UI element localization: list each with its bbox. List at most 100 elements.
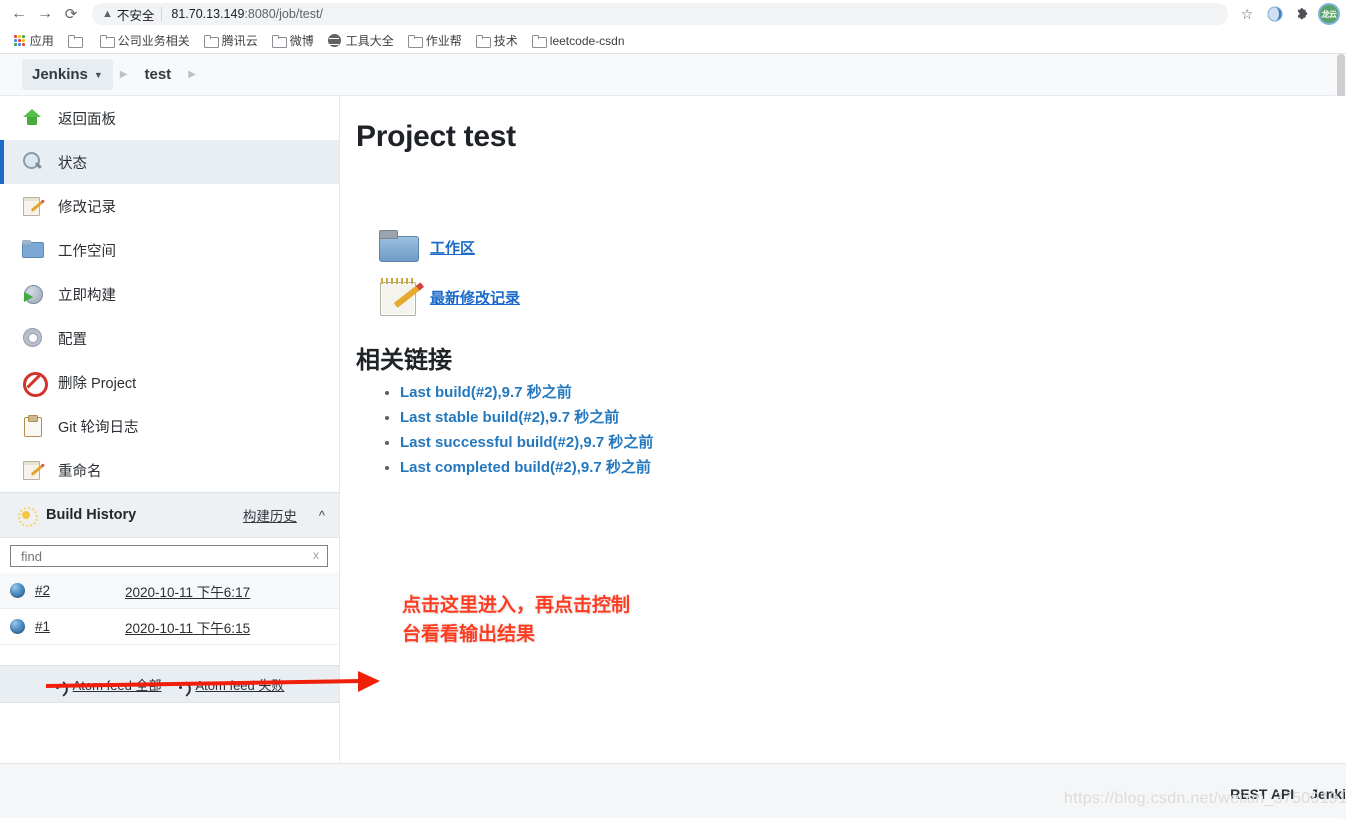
breadcrumb-test[interactable]: test bbox=[135, 59, 182, 90]
build-history-title: Build History bbox=[46, 507, 137, 523]
folder-icon bbox=[22, 239, 44, 261]
sidebar: 返回面板 状态 修改记录 工作空间 立即构建 配置 删除 Project Git… bbox=[0, 96, 340, 763]
breadcrumb-separator-icon-2[interactable]: ▶ bbox=[181, 69, 203, 80]
page-body: 返回面板 状态 修改记录 工作空间 立即构建 配置 删除 Project Git… bbox=[0, 96, 1346, 763]
build-row-1[interactable]: #1 2020-10-11 下午6:15 bbox=[0, 609, 339, 645]
last-completed-build-link[interactable]: Last completed build(#2),9.7 秒之前 bbox=[400, 459, 651, 476]
bookmarks-bar: 应用 公司业务相关 腾讯云 微博 工具大全 作业帮 技术 leetcode-cs… bbox=[0, 28, 1346, 54]
chevron-up-icon[interactable]: ^ bbox=[319, 509, 325, 522]
sidebar-item-label: 修改记录 bbox=[58, 199, 116, 216]
sidebar-item-back-to-dashboard[interactable]: 返回面板 bbox=[0, 96, 339, 140]
bookmark-tencent-cloud[interactable]: 腾讯云 bbox=[198, 30, 264, 51]
annotation-line-2: 台看看输出结果 bbox=[402, 624, 536, 646]
puzzle-extensions-icon[interactable] bbox=[1290, 1, 1316, 27]
address-bar[interactable]: ▲ 不安全 81.70.13.149:8080/job/test/ bbox=[92, 3, 1228, 25]
clipboard-icon bbox=[22, 415, 44, 437]
folder-icon bbox=[203, 35, 219, 48]
sidebar-item-git-polling-log[interactable]: Git 轮询日志 bbox=[0, 404, 339, 448]
clear-search-icon[interactable]: x bbox=[313, 548, 319, 562]
bookmark-apps[interactable]: 应用 bbox=[8, 30, 60, 51]
atom-feed-all-label: Atom feed 全部 bbox=[72, 677, 162, 693]
blue-circle-extension-icon[interactable] bbox=[1262, 1, 1288, 27]
build-number-link[interactable]: #1 bbox=[35, 619, 61, 634]
rss-icon bbox=[55, 678, 67, 690]
sidebar-item-label: 状态 bbox=[58, 155, 87, 172]
url-host: 81.70.13.149 bbox=[171, 7, 245, 21]
profile-avatar[interactable]: 龙云 bbox=[1318, 3, 1340, 25]
shortcut-recent-changes[interactable]: 最新修改记录 bbox=[378, 278, 1346, 316]
folder-icon bbox=[475, 35, 491, 48]
bookmark-zuoyebang[interactable]: 作业帮 bbox=[402, 30, 468, 51]
sidebar-item-label: 工作空间 bbox=[58, 243, 116, 260]
build-history-header: Build History 构建历史 ^ bbox=[0, 492, 339, 538]
sidebar-item-workspace[interactable]: 工作空间 bbox=[0, 228, 339, 272]
annotation-line-1: 点击这里进入，再点击控制 bbox=[402, 595, 631, 616]
rss-icon bbox=[178, 678, 190, 690]
build-history-find-row: x bbox=[0, 538, 339, 573]
sidebar-item-changes[interactable]: 修改记录 bbox=[0, 184, 339, 228]
list-item: Last build(#2),9.7 秒之前 bbox=[400, 381, 1346, 402]
sidebar-item-label: Git 轮询日志 bbox=[58, 419, 139, 436]
magnifier-status-icon bbox=[22, 151, 44, 173]
breadcrumb-jenkins-label: Jenkins bbox=[32, 66, 88, 83]
shortcut-recent-changes-label[interactable]: 最新修改记录 bbox=[430, 287, 520, 308]
last-stable-build-link[interactable]: Last stable build(#2),9.7 秒之前 bbox=[400, 409, 619, 426]
last-build-link[interactable]: Last build(#2),9.7 秒之前 bbox=[400, 384, 572, 401]
bookmark-label: 公司业务相关 bbox=[117, 34, 190, 48]
build-number-link[interactable]: #2 bbox=[35, 583, 61, 598]
last-successful-build-link[interactable]: Last successful build(#2),9.7 秒之前 bbox=[400, 434, 653, 451]
breadcrumb-separator-icon: ▶ bbox=[119, 69, 128, 80]
atom-feed-failed[interactable]: Atom feed 失败 bbox=[178, 675, 284, 694]
not-secure-warning-icon: ▲ bbox=[102, 7, 113, 20]
shortcut-workspace-label[interactable]: 工作区 bbox=[430, 237, 475, 258]
atom-feed-all[interactable]: Atom feed 全部 bbox=[55, 675, 162, 694]
toolbar-right-icons: ☆ 龙云 bbox=[1234, 1, 1340, 27]
omnibox-divider bbox=[161, 7, 163, 21]
bookmark-tools[interactable]: 工具大全 bbox=[322, 30, 400, 51]
url-path: :8080/job/test/ bbox=[244, 7, 323, 21]
reload-icon[interactable]: ⟳ bbox=[58, 1, 84, 27]
sidebar-item-delete-project[interactable]: 删除 Project bbox=[0, 360, 339, 404]
sidebar-item-status[interactable]: 状态 bbox=[0, 140, 339, 184]
bookmark-label: leetcode-csdn bbox=[549, 33, 625, 48]
search-input[interactable] bbox=[19, 547, 319, 565]
folder-icon bbox=[67, 35, 83, 48]
star-bookmark-icon[interactable]: ☆ bbox=[1234, 1, 1260, 27]
apps-grid-icon bbox=[14, 35, 25, 46]
not-secure-label: 不安全 bbox=[116, 8, 155, 23]
sidebar-item-build-now[interactable]: 立即构建 bbox=[0, 272, 339, 316]
build-date-link[interactable]: 2020-10-11 下午6:15 bbox=[125, 617, 250, 637]
folder-icon bbox=[407, 35, 423, 48]
shortcut-workspace[interactable]: 工作区 bbox=[378, 228, 1346, 266]
status-ball-blue-icon bbox=[10, 619, 25, 634]
build-row-2[interactable]: #2 2020-10-11 下午6:17 bbox=[0, 573, 339, 609]
bookmark-company[interactable]: 公司业务相关 bbox=[94, 30, 196, 51]
build-date-link[interactable]: 2020-10-11 下午6:17 bbox=[125, 581, 250, 601]
bookmark-label: 微博 bbox=[289, 34, 314, 48]
folder-icon bbox=[271, 35, 287, 48]
build-history-link[interactable]: 构建历史 bbox=[243, 505, 297, 525]
sidebar-item-rename[interactable]: 重命名 bbox=[0, 448, 339, 492]
breadcrumb-jenkins[interactable]: Jenkins ▼ bbox=[22, 59, 113, 90]
bookmark-weibo[interactable]: 微博 bbox=[266, 30, 320, 51]
find-box[interactable]: x bbox=[10, 545, 328, 567]
back-arrow-icon[interactable]: ← bbox=[6, 1, 32, 27]
notepad-pencil-icon bbox=[22, 195, 44, 217]
breadcrumb: Jenkins ▼ ▶ test ▶ bbox=[0, 54, 1346, 96]
bookmark-label: 应用 bbox=[29, 34, 54, 48]
sidebar-item-configure[interactable]: 配置 bbox=[0, 316, 339, 360]
globe-icon bbox=[327, 34, 341, 47]
bookmark-label: 腾讯云 bbox=[221, 34, 258, 48]
sidebar-item-label: 配置 bbox=[58, 331, 87, 348]
bookmark-tech[interactable]: 技术 bbox=[470, 30, 524, 51]
sidebar-item-label: 立即构建 bbox=[58, 287, 116, 304]
bookmark-label: 技术 bbox=[493, 34, 518, 48]
chevron-down-icon[interactable]: ▼ bbox=[94, 70, 103, 80]
up-arrow-icon bbox=[22, 107, 44, 129]
forward-arrow-icon[interactable]: → bbox=[32, 1, 58, 27]
bookmark-folder-1[interactable] bbox=[62, 33, 92, 48]
sidebar-item-label: 返回面板 bbox=[58, 111, 116, 128]
browser-chrome: ← → ⟳ ▲ 不安全 81.70.13.149:8080/job/test/ … bbox=[0, 0, 1346, 54]
bookmark-leetcode-csdn[interactable]: leetcode-csdn bbox=[526, 32, 631, 50]
page-title: Project test bbox=[356, 120, 516, 153]
